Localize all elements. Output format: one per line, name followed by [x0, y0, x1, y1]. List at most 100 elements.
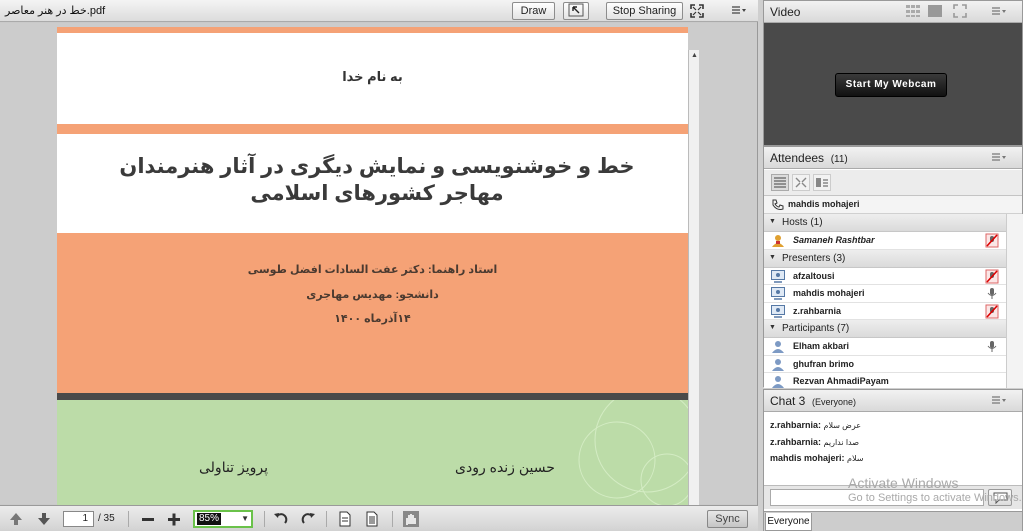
chat-title: Chat 3 (Everyone)	[770, 394, 856, 408]
slide-page: به نام خدا خط و خوشنویسی و نمایش دیگری د…	[57, 27, 688, 513]
attendee-row[interactable]: ghufran brimo	[764, 355, 1006, 373]
fullscreen-icon[interactable]	[690, 4, 704, 18]
mic-muted-icon[interactable]	[985, 233, 999, 248]
attendee-list: ▼ Hosts (1) Samaneh Rashtbar ▼ Presenter…	[764, 214, 1006, 388]
mic-muted-icon[interactable]	[985, 269, 999, 284]
participant-icon	[772, 376, 784, 388]
toolbar-divider	[392, 511, 393, 527]
attendee-name: Elham akbari	[793, 341, 850, 351]
share-bottom-toolbar: 1 / 35 85% ▼ Sync	[0, 505, 758, 531]
share-titlebar: خط در هنر معاصر.pdf Draw Stop Sharing	[0, 0, 758, 22]
attendee-name: Samaneh Rashtbar	[793, 235, 875, 245]
fullscreen-icon[interactable]	[953, 4, 967, 18]
attendee-name: afzaltousi	[793, 270, 835, 281]
fit-width-icon[interactable]	[337, 511, 353, 527]
attendee-row[interactable]: mahdis mohajeri	[764, 285, 1006, 303]
status-view-icon[interactable]	[792, 174, 810, 191]
chevron-down-icon: ▼	[241, 514, 249, 523]
attendee-row[interactable]: Samaneh Rashtbar	[764, 232, 1006, 250]
single-view-icon[interactable]	[927, 4, 943, 18]
chat-message: mahdis mohajeri: سلام	[770, 453, 1000, 470]
group-presenters[interactable]: ▼ Presenters (3)	[764, 249, 1006, 268]
document-viewer[interactable]: به نام خدا خط و خوشنویسی و نمایش دیگری د…	[0, 23, 757, 526]
attendees-titlebar: Attendees (11)	[764, 147, 1022, 169]
arrow-up-icon[interactable]	[8, 511, 24, 527]
speech-bubble-icon	[993, 492, 1008, 504]
pod-menu-icon[interactable]	[732, 6, 746, 16]
stop-sharing-button[interactable]: Stop Sharing	[606, 2, 683, 20]
breakout-view-icon[interactable]	[813, 174, 831, 191]
start-webcam-button[interactable]: Start My Webcam	[835, 73, 947, 97]
chat-text: سلام	[847, 454, 864, 463]
slide-divider	[57, 393, 688, 400]
list-view-icon[interactable]	[771, 174, 789, 191]
attendees-label: Attendees	[770, 151, 825, 165]
chat-text: عرض سلام	[823, 421, 862, 430]
slide-name-left: پرویز تناولی	[199, 459, 268, 475]
toolbar-divider	[128, 511, 129, 527]
attendee-name: Rezvan AhmadiPayam	[793, 376, 889, 386]
attendee-row[interactable]: Rezvan AhmadiPayam	[764, 373, 1006, 388]
mic-active-icon[interactable]	[985, 339, 999, 354]
share-pod: خط در هنر معاصر.pdf Draw Stop Sharing به…	[0, 0, 758, 531]
attendees-view-toolbar	[764, 170, 1022, 196]
chat-sender: z.rahbarnia:	[770, 436, 822, 447]
fit-page-icon[interactable]	[364, 511, 380, 527]
rotate-cw-icon[interactable]	[300, 511, 316, 527]
send-message-button[interactable]	[988, 489, 1012, 506]
chat-titlebar: Chat 3 (Everyone)	[764, 390, 1022, 412]
collapse-triangle-icon: ▼	[769, 324, 776, 331]
attendees-title: Attendees (11)	[770, 151, 848, 165]
zoom-select[interactable]: 85% ▼	[193, 510, 253, 528]
rotate-ccw-icon[interactable]	[273, 511, 289, 527]
hand-tool-icon[interactable]	[403, 511, 419, 527]
participant-icon	[772, 358, 784, 371]
chat-sender: mahdis mohajeri:	[770, 453, 845, 463]
mic-muted-icon[interactable]	[985, 304, 999, 319]
attendee-row[interactable]: Elham akbari	[764, 338, 1006, 356]
page-number-input[interactable]: 1	[63, 511, 94, 527]
my-name: mahdis mohajeri	[788, 199, 860, 209]
presenter-icon	[771, 287, 785, 300]
chat-tabbar: Everyone	[764, 511, 1022, 531]
vertical-scrollbar[interactable]: ▲	[688, 50, 699, 526]
slide-date: ۱۴آذرماه ۱۴۰۰	[334, 313, 411, 325]
my-status-row[interactable]: mahdis mohajeri	[764, 196, 1022, 214]
group-participants[interactable]: ▼ Participants (7)	[764, 320, 1006, 338]
zoom-in-icon[interactable]	[166, 511, 182, 527]
chat-message: z.rahbarnia: عرض سلام	[770, 420, 1000, 437]
attendee-name: ghufran brimo	[793, 358, 854, 369]
attendee-row[interactable]: z.rahbarnia	[764, 302, 1006, 320]
mic-active-icon[interactable]	[985, 286, 999, 301]
phone-icon	[772, 199, 784, 210]
sync-button[interactable]: Sync	[707, 510, 748, 528]
attendee-list-scrollbar[interactable]	[1006, 214, 1023, 388]
chat-label: Chat 3	[770, 394, 806, 408]
file-title: خط در هنر معاصر.pdf	[5, 5, 106, 17]
pod-menu-icon[interactable]	[992, 153, 1006, 163]
grid-view-icon[interactable]	[905, 4, 921, 18]
group-hosts[interactable]: ▼ Hosts (1)	[764, 214, 1006, 232]
decorative-circles	[578, 387, 688, 507]
zoom-value: 85%	[197, 513, 222, 525]
zoom-out-icon[interactable]	[140, 511, 156, 527]
chat-input[interactable]	[770, 489, 984, 506]
page-total: / 35	[98, 513, 115, 524]
pod-menu-icon[interactable]	[992, 396, 1006, 406]
host-icon	[772, 235, 784, 247]
chat-scope: (Everyone)	[812, 397, 857, 407]
attendee-row[interactable]: afzaltousi	[764, 267, 1006, 285]
arrow-down-icon[interactable]	[36, 511, 52, 527]
draw-button[interactable]: Draw	[512, 2, 555, 20]
pod-menu-icon[interactable]	[992, 7, 1006, 17]
slide-mid-band	[57, 124, 688, 134]
chat-messages: z.rahbarnia: عرض سلام z.rahbarnia: صدا ن…	[770, 420, 1000, 470]
tab-everyone[interactable]: Everyone	[765, 513, 812, 531]
presenter-icon	[771, 304, 785, 318]
chat-pod: Chat 3 (Everyone) z.rahbarnia: عرض سلام …	[763, 389, 1023, 531]
group-label: Presenters (3)	[782, 252, 846, 264]
slide-student: دانشجو: مهدیس مهاجری	[306, 289, 439, 301]
chat-compose-bar	[764, 485, 1022, 509]
attendee-name: z.rahbarnia	[793, 305, 842, 316]
cursor-sync-button[interactable]	[563, 2, 589, 20]
